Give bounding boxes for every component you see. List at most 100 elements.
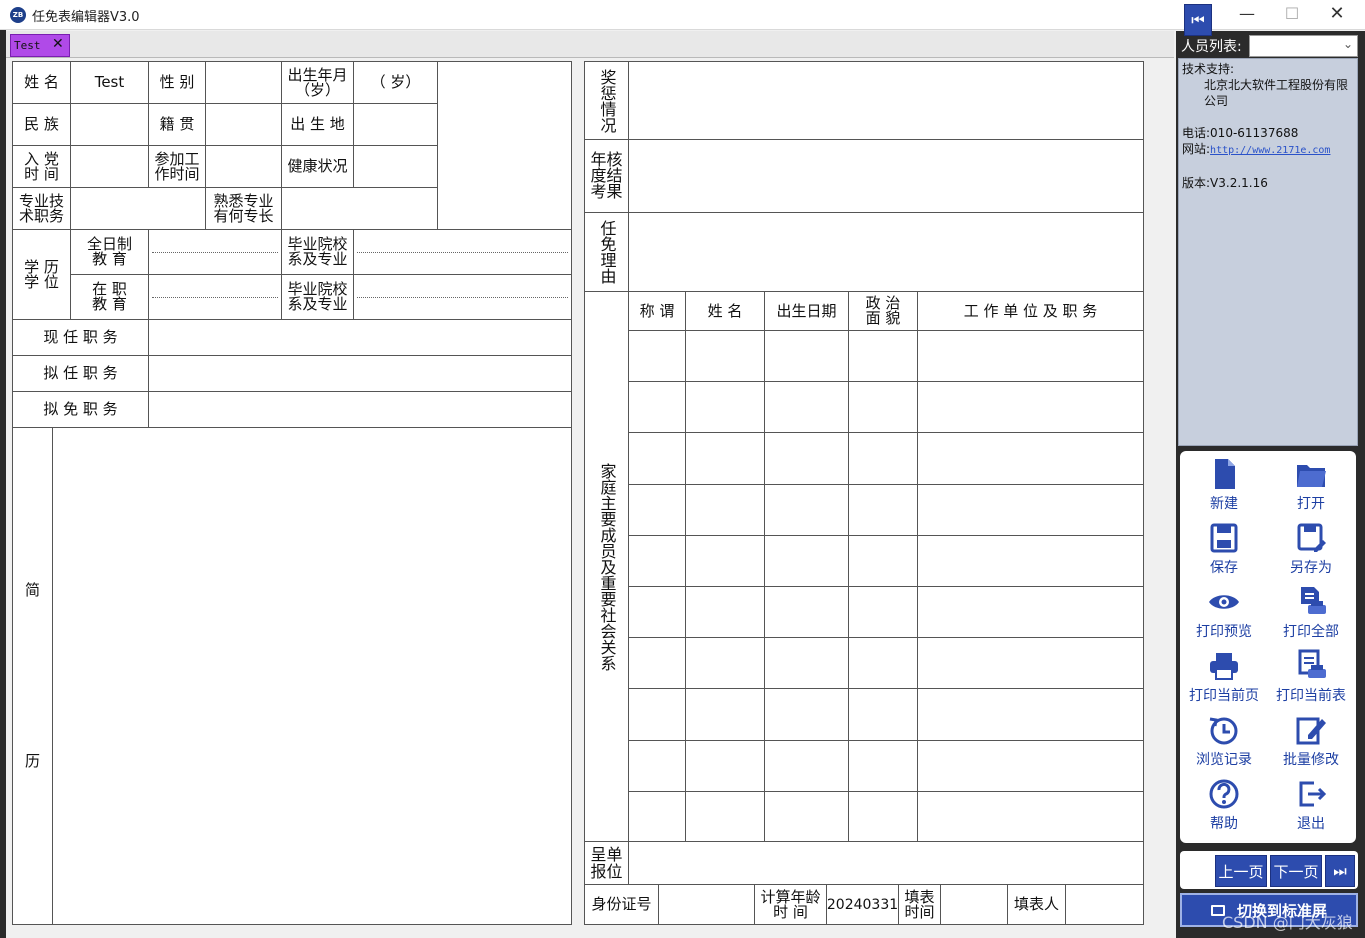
birthplace-field[interactable]: [353, 103, 438, 146]
tool-button-2[interactable]: 打开: [1271, 457, 1351, 517]
family-row-4-col-5[interactable]: [917, 484, 1144, 536]
family-row-4-col-4[interactable]: [848, 484, 918, 536]
family-row-2-col-1[interactable]: [628, 381, 686, 433]
family-row-2-col-5[interactable]: [917, 381, 1144, 433]
family-row-9-col-5[interactable]: [917, 740, 1144, 792]
id-number-field[interactable]: [658, 884, 755, 925]
family-row-1-col-1[interactable]: [628, 330, 686, 382]
resume-field[interactable]: [52, 427, 572, 925]
filler-field[interactable]: [1065, 884, 1144, 925]
family-row-8-col-3[interactable]: [764, 688, 849, 741]
tool-button-10[interactable]: 批量修改: [1271, 713, 1351, 773]
gender-field[interactable]: [205, 61, 282, 104]
family-row-2-col-3[interactable]: [764, 381, 849, 433]
family-row-4-col-3[interactable]: [764, 484, 849, 536]
tool-button-6[interactable]: 打印全部: [1271, 585, 1351, 645]
work-start-field[interactable]: [205, 145, 282, 188]
family-row-10-col-2[interactable]: [685, 791, 765, 843]
family-row-8-col-2[interactable]: [685, 688, 765, 741]
family-row-6-col-2[interactable]: [685, 586, 765, 638]
family-row-8-col-4[interactable]: [848, 688, 918, 741]
current-position-label: 现 任 职 务: [12, 319, 149, 356]
family-row-6-col-5[interactable]: [917, 586, 1144, 638]
family-row-1-col-3[interactable]: [764, 330, 849, 382]
family-row-5-col-1[interactable]: [628, 535, 686, 587]
family-row-2-col-4[interactable]: [848, 381, 918, 433]
tool-button-9[interactable]: 浏览记录: [1184, 713, 1264, 773]
tool-button-3[interactable]: 保存: [1184, 521, 1264, 581]
family-row-7-col-5[interactable]: [917, 637, 1144, 689]
family-row-1-col-4[interactable]: [848, 330, 918, 382]
next-page-button[interactable]: 下一页: [1270, 855, 1322, 887]
party-date-field[interactable]: [70, 145, 149, 188]
tab-label[interactable]: Test: [14, 39, 41, 52]
family-row-2-col-2[interactable]: [685, 381, 765, 433]
first-page-icon[interactable]: ⏮: [1184, 4, 1212, 36]
tab-close-icon[interactable]: ✕: [52, 36, 64, 52]
family-row-7-col-1[interactable]: [628, 637, 686, 689]
family-row-6-col-3[interactable]: [764, 586, 849, 638]
family-row-3-col-4[interactable]: [848, 432, 918, 485]
family-row-10-col-4[interactable]: [848, 791, 918, 843]
assessment-field[interactable]: [628, 139, 1144, 213]
family-row-5-col-4[interactable]: [848, 535, 918, 587]
tech-title-field[interactable]: [70, 187, 206, 230]
photo-area[interactable]: [437, 61, 572, 230]
family-row-4-col-2[interactable]: [685, 484, 765, 536]
minimize-button[interactable]: —: [1224, 0, 1270, 30]
health-field[interactable]: [353, 145, 438, 188]
specialty-field[interactable]: [281, 187, 438, 230]
support-site-link[interactable]: http://www.2171e.com: [1210, 145, 1330, 156]
tool-button-12[interactable]: 退出: [1271, 777, 1351, 837]
family-row-8-col-1[interactable]: [628, 688, 686, 741]
family-row-3-col-1[interactable]: [628, 432, 686, 485]
family-row-10-col-5[interactable]: [917, 791, 1144, 843]
family-row-1-col-5[interactable]: [917, 330, 1144, 382]
age-field[interactable]: （ 岁）: [353, 61, 438, 104]
tool-button-4[interactable]: 另存为: [1271, 521, 1351, 581]
fill-time-field[interactable]: [940, 884, 1008, 925]
family-row-8-col-5[interactable]: [917, 688, 1144, 741]
family-row-7-col-3[interactable]: [764, 637, 849, 689]
current-position-field[interactable]: [148, 319, 572, 356]
family-row-4-col-1[interactable]: [628, 484, 686, 536]
awards-field[interactable]: [628, 61, 1144, 140]
family-row-5-col-3[interactable]: [764, 535, 849, 587]
family-row-9-col-2[interactable]: [685, 740, 765, 792]
family-row-7-col-4[interactable]: [848, 637, 918, 689]
close-button[interactable]: ✕: [1314, 0, 1360, 30]
maximize-button[interactable]: ☐: [1269, 0, 1315, 30]
tool-button-5[interactable]: 打印预览: [1184, 585, 1264, 645]
family-row-3-col-3[interactable]: [764, 432, 849, 485]
chevron-down-icon[interactable]: ⌄: [1343, 37, 1353, 51]
tool-button-1[interactable]: 新建: [1184, 457, 1264, 517]
person-list-select[interactable]: [1249, 35, 1358, 57]
family-row-5-col-2[interactable]: [685, 535, 765, 587]
family-row-3-col-5[interactable]: [917, 432, 1144, 485]
name-field[interactable]: Test: [70, 61, 149, 104]
proposed-position-field[interactable]: [148, 355, 572, 392]
native-place-field[interactable]: [205, 103, 282, 146]
specialty-line2: 有何专长: [213, 206, 274, 225]
calc-age-field[interactable]: 20240331: [826, 884, 899, 925]
family-row-9-col-1[interactable]: [628, 740, 686, 792]
family-row-10-col-1[interactable]: [628, 791, 686, 843]
last-page-icon[interactable]: ⏭: [1325, 855, 1355, 887]
tool-button-11[interactable]: 帮助: [1184, 777, 1264, 837]
family-row-7-col-2[interactable]: [685, 637, 765, 689]
report-unit-field[interactable]: [628, 841, 1144, 885]
family-row-9-col-4[interactable]: [848, 740, 918, 792]
family-row-6-col-1[interactable]: [628, 586, 686, 638]
family-row-3-col-2[interactable]: [685, 432, 765, 485]
family-row-10-col-3[interactable]: [764, 791, 849, 843]
prev-page-button[interactable]: 上一页: [1215, 855, 1267, 887]
tool-button-8[interactable]: 打印当前表: [1271, 649, 1351, 709]
ethnicity-field[interactable]: [70, 103, 149, 146]
family-row-5-col-5[interactable]: [917, 535, 1144, 587]
reason-field[interactable]: [628, 212, 1144, 292]
family-row-9-col-3[interactable]: [764, 740, 849, 792]
family-row-6-col-4[interactable]: [848, 586, 918, 638]
tool-button-7[interactable]: 打印当前页: [1184, 649, 1264, 709]
removed-position-field[interactable]: [148, 391, 572, 428]
family-row-1-col-2[interactable]: [685, 330, 765, 382]
